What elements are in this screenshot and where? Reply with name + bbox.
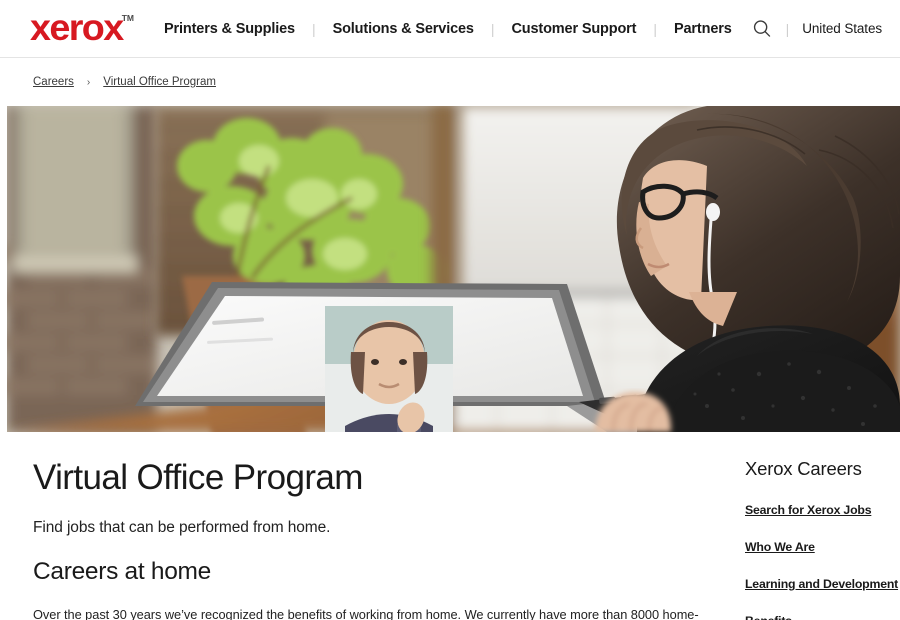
sidebar-link-learning-and-development[interactable]: Learning and Development xyxy=(745,577,900,591)
nav-item-printers-supplies[interactable]: Printers & Supplies xyxy=(164,21,295,37)
xerox-logo[interactable]: xerox TM xyxy=(30,7,135,49)
hero-image xyxy=(7,106,900,432)
logo-wordmark: xerox xyxy=(30,7,124,49)
sidebar: Xerox Careers Search for Xerox Jobs Who … xyxy=(723,432,900,620)
intro-paragraph: Over the past 30 years we’ve recognized … xyxy=(33,607,699,620)
main-navigation: Printers & Supplies | Solutions & Servic… xyxy=(164,0,751,57)
breadcrumb-item-virtual-office-program[interactable]: Virtual Office Program xyxy=(103,76,216,88)
nav-separator: | xyxy=(490,20,495,37)
nav-separator: | xyxy=(311,20,316,37)
country-selector[interactable]: United States xyxy=(802,21,882,36)
utility-separator: | xyxy=(785,20,790,37)
nav-item-customer-support[interactable]: Customer Support xyxy=(511,21,636,37)
nav-separator: | xyxy=(653,20,657,37)
breadcrumb: Careers › Virtual Office Program xyxy=(0,58,900,106)
sidebar-link-who-we-are[interactable]: Who We Are xyxy=(745,540,900,554)
trademark-symbol: TM xyxy=(121,13,135,24)
nav-item-partners[interactable]: Partners xyxy=(674,21,732,37)
breadcrumb-item-careers[interactable]: Careers xyxy=(33,76,74,88)
nav-item-solutions-services[interactable]: Solutions & Services xyxy=(333,21,474,37)
search-icon[interactable] xyxy=(751,18,773,40)
header-utility-area: | United States xyxy=(751,18,882,40)
sidebar-link-benefits[interactable]: Benefits xyxy=(745,614,900,620)
page-subtitle: Find jobs that can be performed from hom… xyxy=(33,519,331,537)
page-content: Virtual Office Program Find jobs that ca… xyxy=(0,432,900,620)
breadcrumb-chevron-icon: › xyxy=(86,76,91,88)
page-title: Virtual Office Program xyxy=(33,458,363,497)
hero-illustration xyxy=(7,106,900,432)
site-header: xerox TM Printers & Supplies | Solutions… xyxy=(0,0,900,58)
main-column: Virtual Office Program Find jobs that ca… xyxy=(33,432,723,620)
sidebar-link-search-for-xerox-jobs[interactable]: Search for Xerox Jobs xyxy=(745,503,900,517)
sidebar-title: Xerox Careers xyxy=(745,458,862,479)
section-heading-careers-at-home: Careers at home xyxy=(33,558,211,586)
